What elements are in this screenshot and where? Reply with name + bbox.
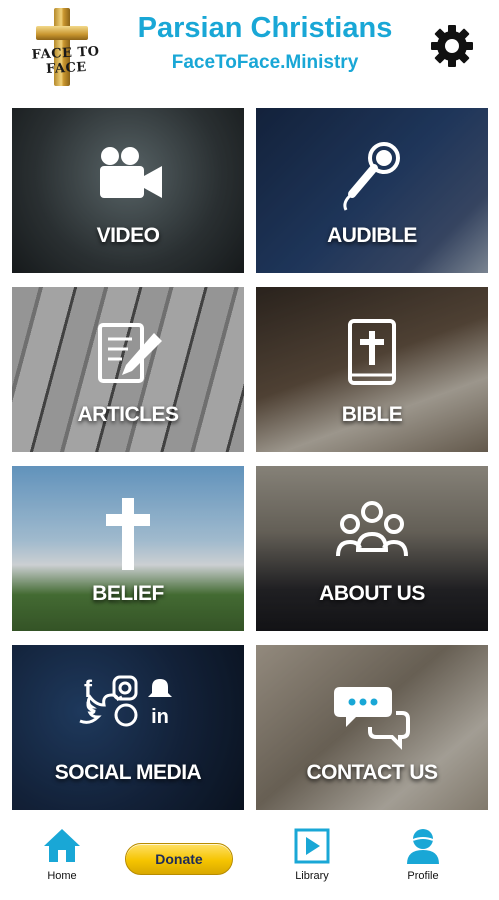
tile-contact-us[interactable]: CONTACT US [256, 645, 488, 810]
whatsapp-icon [114, 703, 138, 727]
group-icon [336, 501, 408, 557]
tile-social-media[interactable]: f in SOCIAL MEDIA [12, 645, 244, 810]
nav-library[interactable]: Library [272, 826, 352, 882]
logo-cross-bar [36, 26, 88, 40]
donate-button[interactable]: Donate [125, 843, 233, 875]
chat-bubbles-icon [334, 687, 410, 750]
tile-label: ARTICLES [77, 403, 180, 426]
face-to-face-logo: FACE TO FACE [14, 8, 118, 86]
nav-home-label: Home [47, 870, 77, 882]
document-pen-icon [98, 323, 162, 383]
bible-icon [348, 319, 396, 385]
app-subtitle: FaceToFace.Ministry [171, 52, 359, 73]
tile-label: BIBLE [341, 403, 403, 426]
tile-bible[interactable]: BIBLE [256, 287, 488, 452]
library-play-icon [294, 828, 330, 864]
home-icon [44, 829, 80, 862]
tile-label: VIDEO [96, 224, 160, 247]
tile-label: SOCIAL MEDIA [54, 761, 202, 784]
app-title: Parsian Christians [137, 12, 393, 44]
logo-text: FACE TO FACE [31, 44, 100, 78]
tile-video[interactable]: VIDEO [12, 108, 244, 273]
tile-belief[interactable]: BELIEF [12, 466, 244, 631]
nav-home[interactable]: Home [22, 826, 102, 882]
cross-icon [106, 498, 150, 570]
tile-label: ABOUT US [319, 582, 425, 605]
tile-label: CONTACT US [306, 761, 438, 784]
video-camera-icon [100, 147, 162, 198]
settings-gear-icon[interactable] [428, 22, 476, 70]
tile-audible[interactable]: AUDIBLE [256, 108, 488, 273]
tile-label: BELIEF [92, 582, 164, 605]
app-header: FACE TO FACE Parsian Christians FaceToFa… [0, 0, 499, 100]
nav-library-label: Library [295, 870, 329, 882]
tile-about-us[interactable]: ABOUT US [256, 466, 488, 631]
nav-profile-label: Profile [407, 870, 439, 882]
bottom-navigation: Home Library Profile [0, 818, 499, 900]
nav-profile[interactable]: Profile [383, 826, 463, 882]
snapchat-icon [148, 679, 172, 697]
tile-articles[interactable]: ARTICLES [12, 287, 244, 452]
profile-icon [407, 829, 439, 864]
microphone-icon [343, 142, 400, 211]
social-icons: f in [79, 675, 172, 728]
linkedin-icon: in [151, 706, 169, 728]
tile-label: AUDIBLE [327, 224, 417, 247]
